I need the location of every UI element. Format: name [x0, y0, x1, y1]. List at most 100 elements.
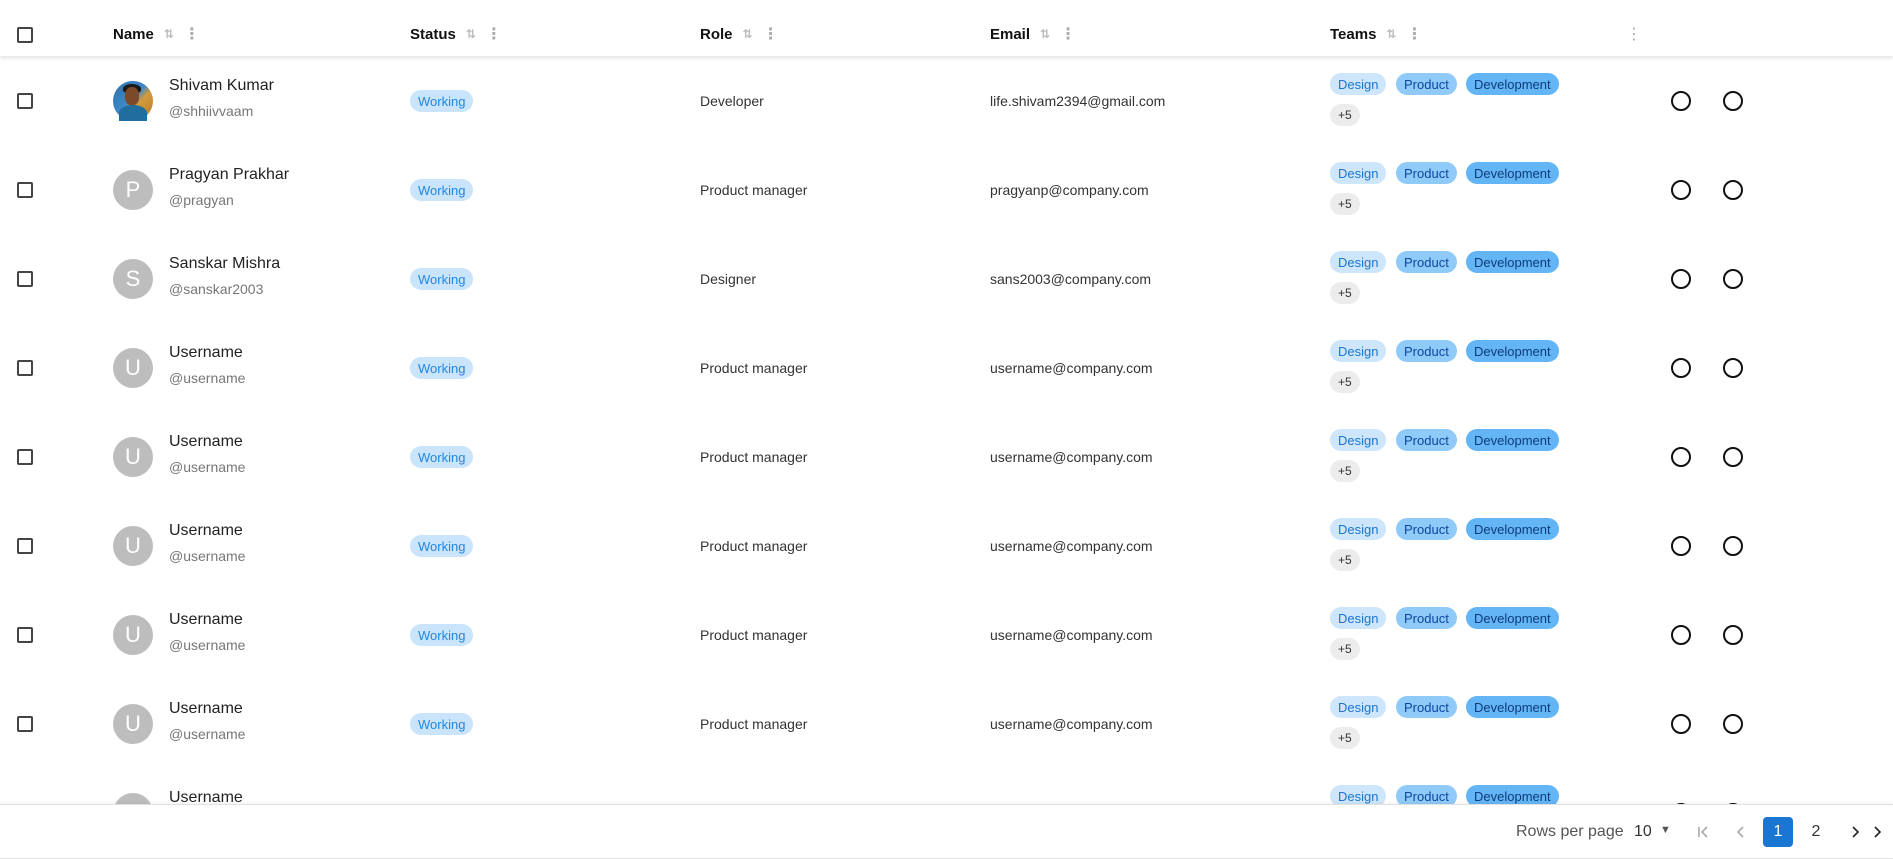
- team-chip-design[interactable]: Design: [1330, 251, 1387, 273]
- team-chip-more[interactable]: +5: [1330, 549, 1360, 571]
- team-chip-product[interactable]: Product: [1396, 518, 1457, 540]
- sort-icon[interactable]: ⇅: [743, 27, 753, 41]
- team-chip-development[interactable]: Development: [1466, 429, 1559, 451]
- column-menu-icon[interactable]: ⋮: [1626, 24, 1642, 44]
- last-page-icon[interactable]: [1872, 817, 1893, 847]
- team-chip-product[interactable]: Product: [1396, 696, 1457, 718]
- action-circle-icon[interactable]: [1671, 714, 1691, 734]
- team-chip-development[interactable]: Development: [1466, 607, 1559, 629]
- table-row[interactable]: S Sanskar Mishra @sanskar2003 Working Design…: [0, 235, 1893, 325]
- action-circle-icon[interactable]: [1723, 536, 1743, 556]
- action-circle-icon[interactable]: [1671, 625, 1691, 645]
- team-chip-more[interactable]: +5: [1330, 371, 1360, 393]
- team-chip-design[interactable]: Design: [1330, 607, 1387, 629]
- user-email: username@company.com: [990, 360, 1153, 376]
- column-header-role[interactable]: Role ⇅ ⋮: [700, 0, 779, 68]
- row-checkbox[interactable]: [17, 271, 33, 287]
- action-circle-icon[interactable]: [1723, 269, 1743, 289]
- column-header-label: Status: [410, 25, 456, 43]
- page-button-1[interactable]: 1: [1763, 817, 1793, 847]
- team-chip-more[interactable]: +5: [1330, 638, 1360, 660]
- column-menu-icon[interactable]: ⋮: [486, 24, 502, 44]
- team-chip-design[interactable]: Design: [1330, 162, 1387, 184]
- column-header-email[interactable]: Email ⇅ ⋮: [990, 0, 1076, 68]
- sort-icon[interactable]: ⇅: [1386, 27, 1396, 41]
- sort-icon[interactable]: ⇅: [1040, 27, 1050, 41]
- team-chip-more[interactable]: +5: [1330, 193, 1360, 215]
- column-header-name[interactable]: Name ⇅ ⋮: [113, 0, 200, 68]
- row-checkbox[interactable]: [17, 449, 33, 465]
- action-circle-icon[interactable]: [1671, 269, 1691, 289]
- user-email: pragyanp@company.com: [990, 182, 1149, 198]
- team-chip-product[interactable]: Product: [1396, 251, 1457, 273]
- action-circle-icon[interactable]: [1723, 447, 1743, 467]
- column-menu-icon[interactable]: ⋮: [184, 24, 200, 44]
- action-circle-icon[interactable]: [1723, 625, 1743, 645]
- pagination-footer: Rows per page 10 ▼ 1 2: [0, 804, 1893, 855]
- action-circle-icon[interactable]: [1671, 447, 1691, 467]
- first-page-icon[interactable]: [1688, 817, 1718, 847]
- action-circle-icon[interactable]: [1671, 358, 1691, 378]
- team-chip-design[interactable]: Design: [1330, 73, 1387, 95]
- chevron-right-icon[interactable]: [1840, 817, 1870, 847]
- action-circle-icon[interactable]: [1723, 91, 1743, 111]
- table-row[interactable]: U Username @username Working Product manager…: [0, 413, 1893, 503]
- team-chip-more[interactable]: +5: [1330, 104, 1360, 126]
- action-circle-icon[interactable]: [1671, 180, 1691, 200]
- table-row[interactable]: P Pragyan Prakhar @pragyan Working Product m…: [0, 146, 1893, 236]
- row-checkbox[interactable]: [17, 182, 33, 198]
- column-header-actions[interactable]: ⋮: [1626, 0, 1642, 68]
- user-handle: @username: [169, 459, 246, 475]
- sort-icon[interactable]: ⇅: [466, 27, 476, 41]
- column-menu-icon[interactable]: ⋮: [1406, 24, 1422, 44]
- action-circle-icon[interactable]: [1723, 714, 1743, 734]
- team-chip-more[interactable]: +5: [1330, 727, 1360, 749]
- action-circle-icon[interactable]: [1671, 91, 1691, 111]
- team-chip-development[interactable]: Development: [1466, 340, 1559, 362]
- team-chip-product[interactable]: Product: [1396, 73, 1457, 95]
- team-chip-product[interactable]: Product: [1396, 607, 1457, 629]
- chevron-left-icon[interactable]: [1726, 817, 1756, 847]
- team-chip-product[interactable]: Product: [1396, 162, 1457, 184]
- table-row[interactable]: U Username @username Working Product manager…: [0, 680, 1893, 770]
- team-chip-product[interactable]: Product: [1396, 340, 1457, 362]
- team-chip-development[interactable]: Development: [1466, 73, 1559, 95]
- team-chip-more[interactable]: +5: [1330, 460, 1360, 482]
- row-checkbox[interactable]: [17, 716, 33, 732]
- table-row[interactable]: U Username @username Working Product manager…: [0, 502, 1893, 592]
- select-all-checkbox[interactable]: [17, 27, 33, 43]
- action-circle-icon[interactable]: [1671, 536, 1691, 556]
- team-chip-development[interactable]: Development: [1466, 162, 1559, 184]
- column-menu-icon[interactable]: ⋮: [763, 24, 779, 44]
- table-row[interactable]: Shivam Kumar @shhiivvaam Working Developer l…: [0, 57, 1893, 147]
- page-button-2[interactable]: 2: [1801, 817, 1831, 847]
- avatar-initial: U: [125, 444, 141, 469]
- team-chip-development[interactable]: Development: [1466, 696, 1559, 718]
- row-checkbox[interactable]: [17, 93, 33, 109]
- row-checkbox[interactable]: [17, 627, 33, 643]
- team-chip-development[interactable]: Development: [1466, 251, 1559, 273]
- team-chip-design[interactable]: Design: [1330, 340, 1387, 362]
- column-header-status[interactable]: Status ⇅ ⋮: [410, 0, 502, 68]
- team-chip-design[interactable]: Design: [1330, 696, 1387, 718]
- user-email: username@company.com: [990, 627, 1153, 643]
- team-chip-product[interactable]: Product: [1396, 429, 1457, 451]
- column-menu-icon[interactable]: ⋮: [1060, 24, 1076, 44]
- row-checkbox[interactable]: [17, 538, 33, 554]
- row-checkbox[interactable]: [17, 360, 33, 376]
- team-chip-design[interactable]: Design: [1330, 429, 1387, 451]
- table-row[interactable]: U Username @username Working Product manager…: [0, 591, 1893, 681]
- team-chip-more[interactable]: +5: [1330, 282, 1360, 304]
- user-handle: @shhiivvaam: [169, 103, 254, 119]
- column-header-teams[interactable]: Teams ⇅ ⋮: [1330, 0, 1422, 68]
- avatar-initial: U: [125, 711, 141, 736]
- action-circle-icon[interactable]: [1723, 358, 1743, 378]
- sort-icon[interactable]: ⇅: [164, 27, 174, 41]
- team-chip-design[interactable]: Design: [1330, 518, 1387, 540]
- table-row[interactable]: U Username @username Working Product manager…: [0, 324, 1893, 414]
- user-handle: @sanskar2003: [169, 281, 264, 297]
- caret-down-icon[interactable]: ▼: [1660, 824, 1671, 836]
- rows-per-page-select[interactable]: 10: [1634, 823, 1652, 841]
- team-chip-development[interactable]: Development: [1466, 518, 1559, 540]
- action-circle-icon[interactable]: [1723, 180, 1743, 200]
